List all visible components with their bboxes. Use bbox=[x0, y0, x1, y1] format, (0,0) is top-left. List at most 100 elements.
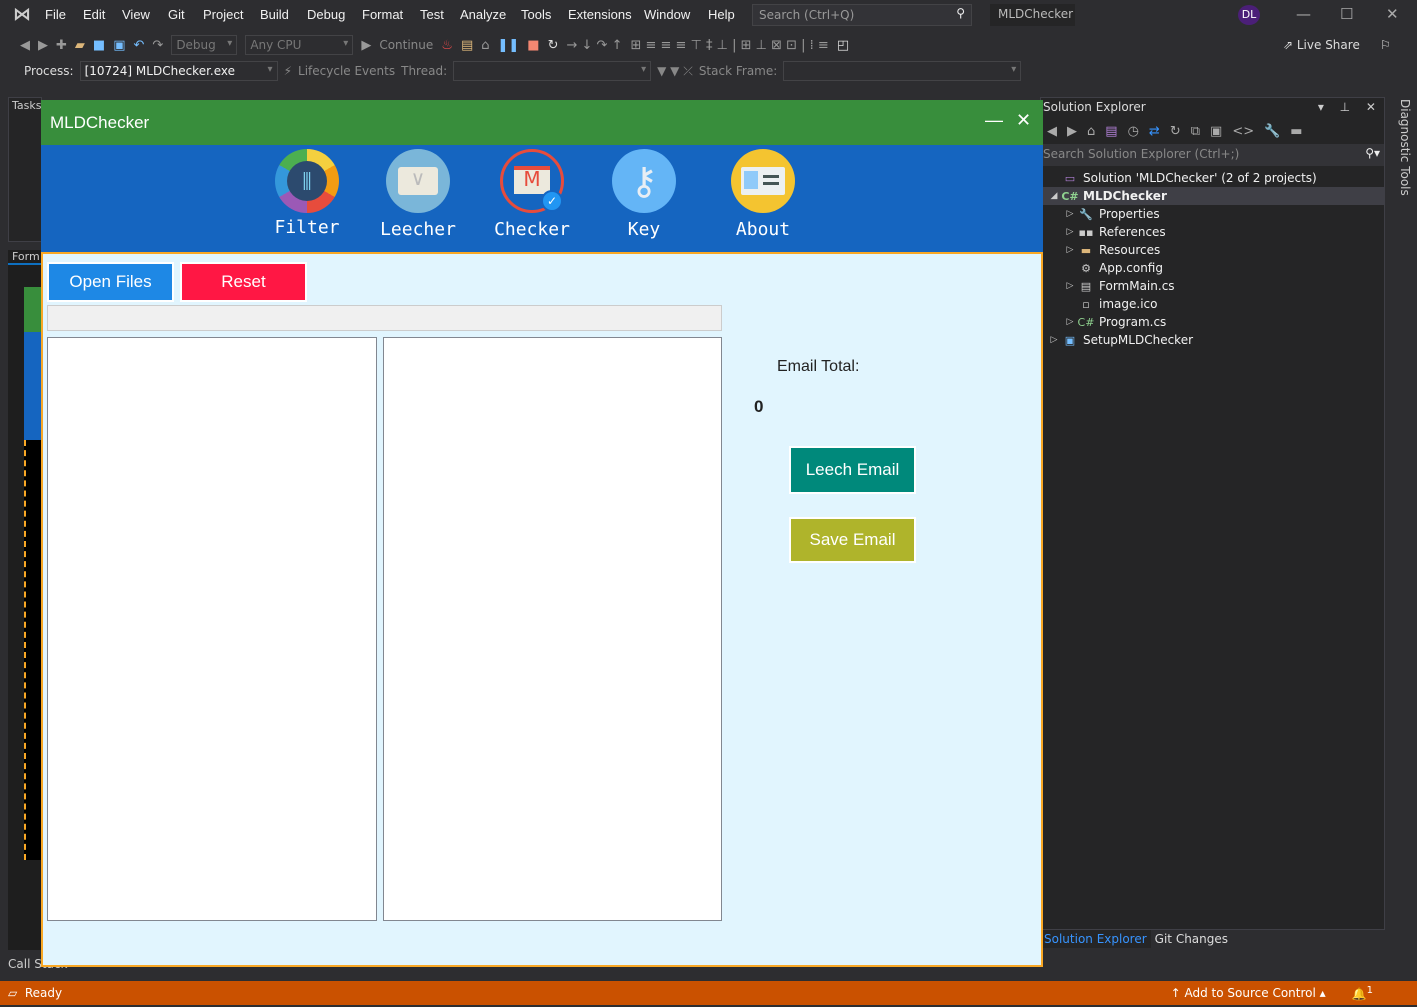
restart-icon[interactable]: ↻ bbox=[548, 38, 559, 53]
menu-help[interactable]: Help bbox=[708, 7, 735, 22]
app-close-icon[interactable]: ✕ bbox=[1016, 110, 1031, 131]
visual-studio-logo-icon[interactable]: ⋈ bbox=[10, 4, 34, 26]
tree-item[interactable]: ▷ ▪▪ References bbox=[1041, 223, 1384, 241]
tree-item[interactable]: ▷ C# Program.cs bbox=[1041, 313, 1384, 331]
tree-item[interactable]: ⚙ App.config bbox=[1041, 259, 1384, 277]
menu-build[interactable]: Build bbox=[260, 7, 289, 22]
diagnostic-tools-tab[interactable]: Diagnostic Tools bbox=[1388, 97, 1412, 217]
open-folder-icon[interactable]: ▰ bbox=[75, 38, 85, 53]
tree-item[interactable]: ▷ ▤ FormMain.cs bbox=[1041, 277, 1384, 295]
expand-toggle-icon[interactable]: ▷ bbox=[1047, 335, 1061, 345]
reset-button[interactable]: Reset bbox=[180, 262, 307, 302]
layout-tools-icon[interactable]: ⊞ ≡ ≡ ≡ ⊤ ‡ ⊥ | ⊞ ⊥ ⊠ ⊡ | ⁞ ≡ bbox=[630, 38, 828, 53]
ide-search-input[interactable]: Search (Ctrl+Q) ⚲ bbox=[752, 4, 972, 26]
source-control-button[interactable]: ↑ Add to Source Control ▴ bbox=[1171, 986, 1326, 1000]
files-listbox[interactable] bbox=[47, 337, 377, 921]
pending-changes-icon[interactable]: ◷ bbox=[1128, 124, 1139, 139]
undo-icon[interactable]: ↶ bbox=[134, 38, 145, 53]
live-share-label: Live Share bbox=[1296, 38, 1360, 52]
menu-format[interactable]: Format bbox=[362, 7, 403, 22]
tab-git-changes[interactable]: Git Changes bbox=[1151, 930, 1232, 948]
expand-toggle-icon[interactable]: ▷ bbox=[1063, 281, 1077, 291]
live-share-button[interactable]: ⇗ Live Share bbox=[1283, 38, 1360, 52]
back-icon[interactable]: ◀ bbox=[1047, 124, 1057, 139]
tree-item[interactable]: ▷ ▬ Resources bbox=[1041, 241, 1384, 259]
switch-views-icon[interactable]: ▤ bbox=[1105, 124, 1117, 139]
properties-wrench-icon[interactable]: 🔧 bbox=[1264, 124, 1280, 139]
lifecycle-events-button[interactable]: Lifecycle Events bbox=[298, 64, 395, 78]
save-all-icon[interactable]: ▣ bbox=[113, 38, 125, 53]
close-icon[interactable]: ✕ bbox=[1386, 5, 1399, 23]
browser-icon[interactable]: ⌂ bbox=[481, 38, 489, 53]
save-email-button[interactable]: Save Email bbox=[789, 517, 916, 563]
menu-test[interactable]: Test bbox=[420, 7, 444, 22]
menu-git[interactable]: Git bbox=[168, 7, 185, 22]
form-designer-tab[interactable]: Form bbox=[8, 250, 42, 265]
tree-item[interactable]: ▷ 🔧 Properties bbox=[1041, 205, 1384, 223]
nav-leecher[interactable]: ∨ Leecher bbox=[363, 149, 473, 240]
redo-icon[interactable]: ↷ bbox=[152, 38, 163, 53]
hot-reload-icon[interactable]: ♨ bbox=[441, 38, 453, 53]
avatar[interactable]: DL bbox=[1238, 5, 1260, 25]
menu-analyze[interactable]: Analyze bbox=[460, 7, 506, 22]
continue-icon[interactable]: ▶ bbox=[361, 38, 371, 53]
maximize-icon[interactable]: ☐ bbox=[1340, 5, 1353, 23]
stack-frame-select[interactable] bbox=[783, 61, 1022, 81]
nav-key[interactable]: ⚷ Key bbox=[589, 149, 699, 240]
configuration-select[interactable]: Debug bbox=[171, 35, 238, 55]
expand-toggle-icon[interactable]: ◢ bbox=[1047, 191, 1061, 201]
solution-explorer-search[interactable]: Search Solution Explorer (Ctrl+;) ⚲▾ bbox=[1041, 144, 1384, 166]
refresh-icon[interactable]: ↻ bbox=[1170, 124, 1181, 139]
home-icon[interactable]: ⌂ bbox=[1087, 124, 1095, 139]
open-files-button[interactable]: Open Files bbox=[47, 262, 174, 302]
pause-icon[interactable]: ❚❚ bbox=[498, 38, 520, 53]
menu-file[interactable]: File bbox=[45, 7, 66, 22]
emails-listbox[interactable] bbox=[383, 337, 722, 921]
menu-debug[interactable]: Debug bbox=[307, 7, 345, 22]
expand-toggle-icon[interactable]: ▷ bbox=[1063, 227, 1077, 237]
collapse-all-icon[interactable]: ⧉ bbox=[1191, 124, 1200, 139]
nav-about[interactable]: About bbox=[708, 149, 818, 240]
menu-project[interactable]: Project bbox=[203, 7, 243, 22]
tasks-tab[interactable]: Tasks bbox=[9, 99, 41, 112]
stop-icon[interactable]: ■ bbox=[527, 38, 539, 53]
menu-window[interactable]: Window bbox=[644, 7, 690, 22]
tree-item[interactable]: ▷ ▣ SetupMLDChecker bbox=[1041, 331, 1384, 349]
feedback-icon[interactable]: ⚐ bbox=[1380, 38, 1391, 52]
step-over-icon[interactable]: → ↓ ↷ ↑ bbox=[567, 38, 623, 53]
filter-icon[interactable]: ▼ ▼ ⤫ bbox=[657, 64, 693, 79]
thread-select[interactable] bbox=[453, 61, 652, 81]
back-icon[interactable]: ◀ bbox=[20, 38, 30, 53]
expand-toggle-icon[interactable]: ▷ bbox=[1063, 209, 1077, 219]
platform-select[interactable]: Any CPU bbox=[245, 35, 354, 55]
tab-solution-explorer[interactable]: Solution Explorer bbox=[1040, 930, 1151, 948]
tree-item[interactable]: ▫ image.ico bbox=[1041, 295, 1384, 313]
leech-email-button[interactable]: Leech Email bbox=[789, 446, 916, 494]
menu-extensions[interactable]: Extensions bbox=[568, 7, 632, 22]
tree-item[interactable]: ▭ Solution 'MLDChecker' (2 of 2 projects) bbox=[1041, 169, 1384, 187]
view-code-icon[interactable]: <> bbox=[1232, 124, 1254, 139]
new-item-icon[interactable]: ✚ bbox=[56, 38, 67, 53]
minimize-icon[interactable]: — bbox=[1296, 5, 1311, 23]
process-select[interactable]: [10724] MLDChecker.exe bbox=[79, 61, 278, 81]
window-icon[interactable]: ◰ bbox=[837, 38, 849, 53]
preview-icon[interactable]: ▬ bbox=[1290, 124, 1302, 139]
expand-toggle-icon[interactable]: ▷ bbox=[1063, 245, 1077, 255]
continue-button[interactable]: Continue bbox=[379, 38, 433, 52]
menu-tools[interactable]: Tools bbox=[521, 7, 551, 22]
menu-view[interactable]: View bbox=[122, 7, 150, 22]
app-minimize-icon[interactable]: — bbox=[985, 110, 1003, 131]
notifications-icon[interactable]: 🔔1 bbox=[1352, 985, 1373, 1001]
tree-item[interactable]: ◢ C# MLDChecker bbox=[1041, 187, 1384, 205]
forward-icon[interactable]: ▶ bbox=[38, 38, 48, 53]
save-icon[interactable]: ■ bbox=[93, 38, 105, 53]
nav-filter[interactable]: ⫼ Filter bbox=[252, 149, 362, 238]
find-in-files-icon[interactable]: ▤ bbox=[461, 38, 473, 53]
sync-icon[interactable]: ⇄ bbox=[1149, 124, 1160, 139]
forward-icon[interactable]: ▶ bbox=[1067, 124, 1077, 139]
nav-checker[interactable]: M ✓ Checker bbox=[477, 149, 587, 240]
show-all-files-icon[interactable]: ▣ bbox=[1210, 124, 1222, 139]
menu-edit[interactable]: Edit bbox=[83, 7, 105, 22]
panel-controls-icon[interactable]: ▾ ⊥ ✕ bbox=[1318, 100, 1382, 116]
expand-toggle-icon[interactable]: ▷ bbox=[1063, 317, 1077, 327]
